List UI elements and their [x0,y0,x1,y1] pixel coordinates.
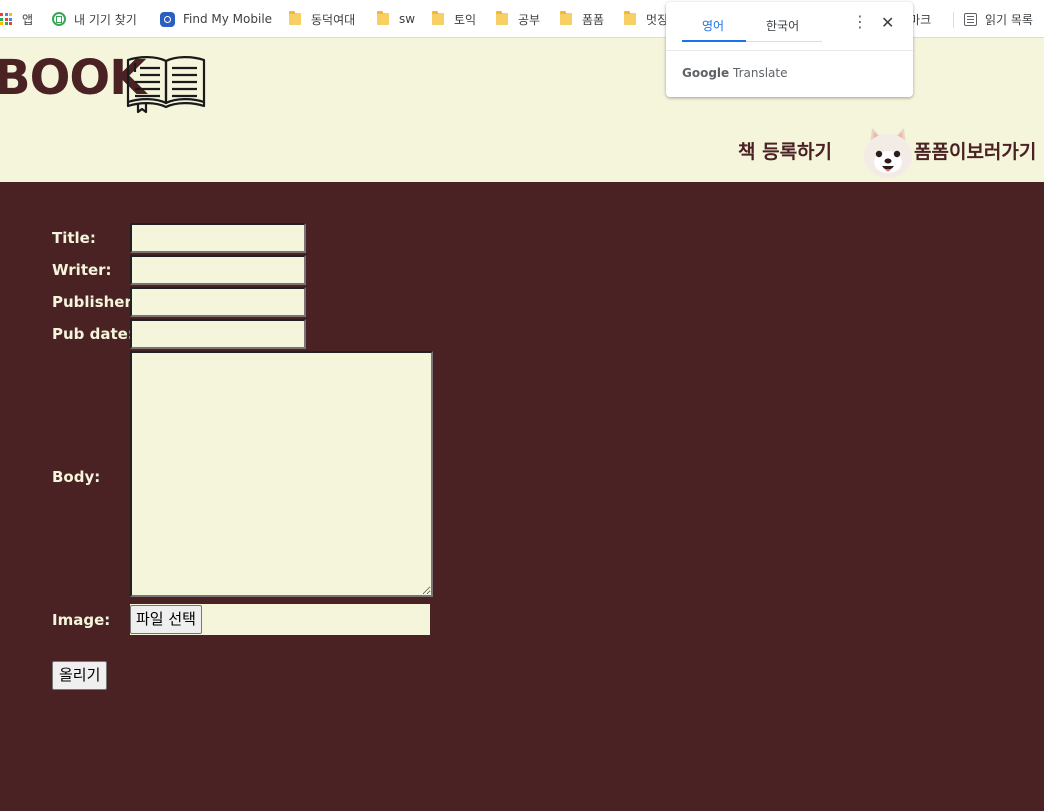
bookmark-folder-study[interactable]: 공부 [496,10,540,28]
folder-icon [560,11,572,25]
close-icon[interactable]: ✕ [881,15,894,31]
bookmark-folder-sw[interactable]: sw [377,10,415,28]
google-translate-brand: Google Translate [682,66,788,80]
more-options-icon[interactable]: ⋮ [852,14,868,30]
pubdate-label: Pub date: [52,325,134,343]
apps-grid-icon [0,13,12,25]
bookmark-label: Find My Mobile [183,12,273,26]
bookmark-label: 토익 [454,12,477,27]
avatar[interactable] [862,124,914,180]
body-label: Body: [52,468,101,486]
nav-register-book-link[interactable]: 책 등록하기 [738,137,832,164]
choose-file-button[interactable]: 파일 선택 [130,605,202,634]
bookmark-folder-meotjing[interactable]: 멋징 [624,10,668,28]
submit-button[interactable]: 올리기 [52,661,108,690]
reading-list-button[interactable]: 읽기 목록 [964,10,1033,28]
find-device-icon [52,12,66,26]
tab-rule [746,41,822,42]
title-label: Title: [52,229,96,247]
folder-icon [289,11,301,25]
bookmark-find-device[interactable]: 내 기기 찾기 [52,10,137,28]
folder-icon [624,11,636,25]
bookmark-folder-toeic[interactable]: 토익 [432,10,476,28]
nav-pompom-link[interactable]: 폼폼이보러가기 [914,137,1036,164]
active-tab-indicator [682,40,746,42]
bookmark-apps[interactable]: 앱 [0,10,33,28]
reading-list-icon [964,12,977,26]
google-logo: Google [682,66,730,80]
samsung-icon [160,11,175,27]
bookmark-label: 폼폼 [582,12,605,27]
writer-input[interactable] [130,255,306,285]
folder-icon [432,11,444,25]
publisher-label: Publisher: [52,293,138,311]
body-textarea[interactable] [130,351,433,597]
folder-icon [377,11,389,25]
folder-icon [496,11,508,25]
bookmark-label: 멋징 [646,12,669,27]
bookmark-label: sw [399,12,416,26]
bookmark-folder-pompom[interactable]: 폼폼 [560,10,604,28]
bookmark-folder-dongduk[interactable]: 동덕여대 [289,10,355,28]
bookmarks-separator [953,12,954,28]
reading-list-label: 읽기 목록 [985,12,1033,27]
title-input[interactable] [130,223,306,253]
popup-divider [666,50,913,51]
writer-label: Writer: [52,261,112,279]
translate-popup: 영어 한국어 ⋮ ✕ Google Translate [666,2,913,97]
publisher-input[interactable] [130,287,306,317]
translate-tab-english[interactable]: 영어 [702,17,724,34]
bookmark-label: 공부 [518,12,541,27]
bookmark-label: 내 기기 찾기 [74,12,137,27]
pubdate-input[interactable] [130,319,306,349]
translate-word: Translate [733,66,788,80]
bookmark-find-my-mobile[interactable]: Find My Mobile [160,10,272,28]
translate-tab-korean[interactable]: 한국어 [766,17,799,34]
bookmark-label: 동덕여대 [311,12,356,27]
image-file-input[interactable]: 파일 선택 [130,604,430,635]
image-label: Image: [52,611,111,629]
bookmark-label: 앱 [22,12,34,27]
open-book-icon[interactable] [124,52,208,114]
